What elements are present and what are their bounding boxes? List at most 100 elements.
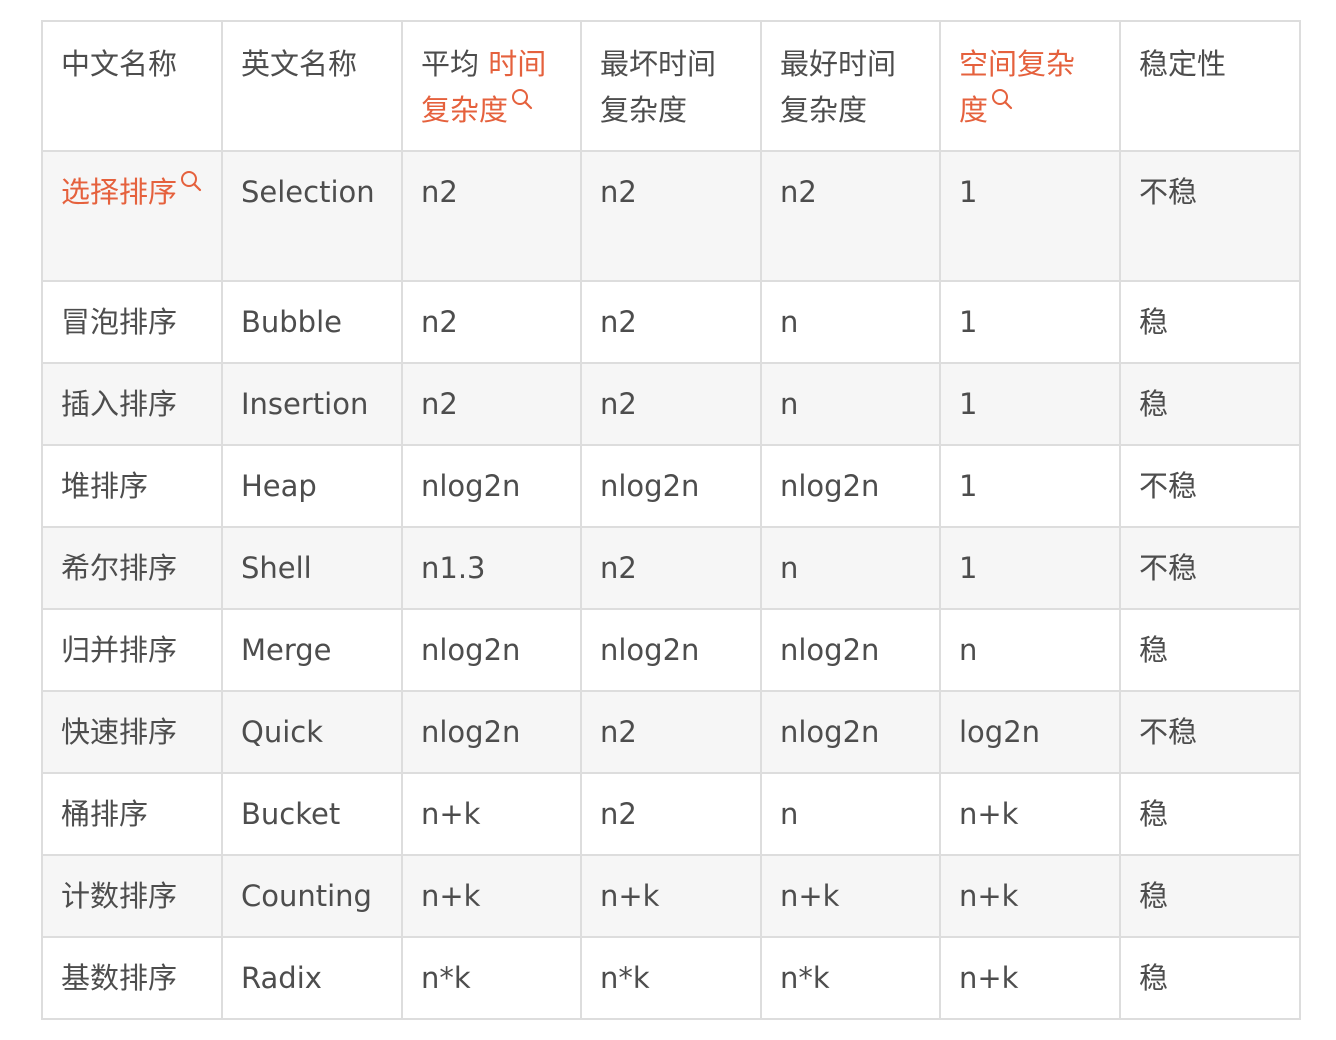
- cell-en-name: Quick: [221, 690, 403, 774]
- cell-en-name: Counting: [221, 854, 403, 938]
- sorting-algorithms-table: 中文名称 英文名称 平均 时间复杂度 最坏时间复杂度 最好时间复杂度 空间复杂度…: [41, 20, 1301, 1020]
- cell-worst-time: n+k: [580, 854, 762, 938]
- cell-cn-name: 桶排序: [41, 772, 223, 856]
- cell-space: n: [939, 608, 1121, 692]
- header-cn-name: 中文名称: [41, 20, 223, 152]
- cell-avg-time: n2: [401, 280, 582, 364]
- cell-worst-time: nlog2n: [580, 608, 762, 692]
- header-best-time: 最好时间复杂度: [760, 20, 941, 152]
- cell-space: 1: [939, 280, 1121, 364]
- table-row: 快速排序 Quick nlog2n n2 nlog2n log2n 不稳: [41, 690, 1301, 774]
- cell-stability: 稳: [1119, 936, 1301, 1020]
- cell-en-name: Shell: [221, 526, 403, 610]
- header-best-time-label: 最好时间复杂度: [780, 47, 897, 127]
- table-row: 基数排序 Radix n*k n*k n*k n+k 稳: [41, 936, 1301, 1020]
- header-avg-prefix: 平均: [421, 47, 480, 81]
- cell-en-name: Merge: [221, 608, 403, 692]
- cell-best-time: n+k: [760, 854, 941, 938]
- cell-space: 1: [939, 362, 1121, 446]
- cell-space: 1: [939, 150, 1121, 282]
- cell-avg-time: n+k: [401, 854, 582, 938]
- header-stability-label: 稳定性: [1139, 47, 1227, 81]
- header-avg-time: 平均 时间复杂度: [401, 20, 582, 152]
- cell-worst-time: n2: [580, 772, 762, 856]
- cell-stability: 不稳: [1119, 444, 1301, 528]
- table-row: 希尔排序 Shell n1.3 n2 n 1 不稳: [41, 526, 1301, 610]
- header-cn-name-label: 中文名称: [61, 47, 178, 81]
- cell-avg-time: n+k: [401, 772, 582, 856]
- table-row: 插入排序 Insertion n2 n2 n 1 稳: [41, 362, 1301, 446]
- cell-worst-time: n2: [580, 526, 762, 610]
- cell-cn-name: 计数排序: [41, 854, 223, 938]
- cell-best-time: n2: [760, 150, 941, 282]
- header-space: 空间复杂度: [939, 20, 1121, 152]
- cell-cn-name: 基数排序: [41, 936, 223, 1020]
- cell-worst-time: nlog2n: [580, 444, 762, 528]
- table-row: 归并排序 Merge nlog2n nlog2n nlog2n n 稳: [41, 608, 1301, 692]
- cell-best-time: nlog2n: [760, 444, 941, 528]
- cell-en-name: Bucket: [221, 772, 403, 856]
- cell-stability: 稳: [1119, 772, 1301, 856]
- table-row: 计数排序 Counting n+k n+k n+k n+k 稳: [41, 854, 1301, 938]
- cell-en-name: Heap: [221, 444, 403, 528]
- cell-cn-name: 插入排序: [41, 362, 223, 446]
- cell-space: 1: [939, 444, 1121, 528]
- selection-sort-link-label[interactable]: 选择排序: [61, 175, 177, 209]
- cell-cn-name: 希尔排序: [41, 526, 223, 610]
- cell-en-name: Selection: [221, 150, 403, 282]
- cell-space: n+k: [939, 854, 1121, 938]
- cell-avg-time: n*k: [401, 936, 582, 1020]
- cell-avg-time: n1.3: [401, 526, 582, 610]
- cell-cn-name: 选择排序: [41, 150, 223, 282]
- cell-stability: 稳: [1119, 854, 1301, 938]
- cell-avg-time: n2: [401, 362, 582, 446]
- cell-stability: 稳: [1119, 362, 1301, 446]
- cell-stability: 不稳: [1119, 526, 1301, 610]
- table-header-row: 中文名称 英文名称 平均 时间复杂度 最坏时间复杂度 最好时间复杂度 空间复杂度…: [41, 20, 1301, 152]
- search-icon[interactable]: [510, 87, 534, 111]
- cell-en-name: Insertion: [221, 362, 403, 446]
- cell-worst-time: n2: [580, 690, 762, 774]
- header-worst-time-label: 最坏时间复杂度: [600, 47, 717, 127]
- cell-worst-time: n2: [580, 280, 762, 364]
- table-row: 桶排序 Bucket n+k n2 n n+k 稳: [41, 772, 1301, 856]
- cell-cn-name: 归并排序: [41, 608, 223, 692]
- header-worst-time: 最坏时间复杂度: [580, 20, 762, 152]
- cell-avg-time: nlog2n: [401, 444, 582, 528]
- cell-stability: 不稳: [1119, 690, 1301, 774]
- cell-best-time: nlog2n: [760, 608, 941, 692]
- cell-worst-time: n2: [580, 150, 762, 282]
- header-en-name: 英文名称: [221, 20, 403, 152]
- cell-best-time: n: [760, 362, 941, 446]
- header-en-name-label: 英文名称: [241, 47, 358, 81]
- cell-stability: 稳: [1119, 280, 1301, 364]
- cell-best-time: n: [760, 280, 941, 364]
- search-icon[interactable]: [179, 169, 203, 193]
- cell-space: n+k: [939, 772, 1121, 856]
- cell-cn-name: 冒泡排序: [41, 280, 223, 364]
- table-row: 堆排序 Heap nlog2n nlog2n nlog2n 1 不稳: [41, 444, 1301, 528]
- cell-cn-name: 快速排序: [41, 690, 223, 774]
- table-row: 选择排序 Selection n2 n2 n2 1 不稳: [41, 150, 1301, 282]
- table-row: 冒泡排序 Bubble n2 n2 n 1 稳: [41, 280, 1301, 364]
- cell-best-time: n: [760, 526, 941, 610]
- cell-stability: 稳: [1119, 608, 1301, 692]
- cell-worst-time: n2: [580, 362, 762, 446]
- cell-cn-name: 堆排序: [41, 444, 223, 528]
- selection-sort-link[interactable]: 选择排序: [61, 171, 203, 209]
- cell-avg-time: n2: [401, 150, 582, 282]
- cell-space: 1: [939, 526, 1121, 610]
- cell-en-name: Radix: [221, 936, 403, 1020]
- cell-space: log2n: [939, 690, 1121, 774]
- cell-avg-time: nlog2n: [401, 608, 582, 692]
- cell-worst-time: n*k: [580, 936, 762, 1020]
- space-complexity-link[interactable]: 空间复杂度: [959, 47, 1075, 127]
- space-complexity-link-label[interactable]: 空间复杂度: [959, 47, 1075, 127]
- cell-best-time: n: [760, 772, 941, 856]
- cell-stability: 不稳: [1119, 150, 1301, 282]
- search-icon[interactable]: [990, 87, 1014, 111]
- cell-en-name: Bubble: [221, 280, 403, 364]
- cell-space: n+k: [939, 936, 1121, 1020]
- cell-best-time: nlog2n: [760, 690, 941, 774]
- cell-best-time: n*k: [760, 936, 941, 1020]
